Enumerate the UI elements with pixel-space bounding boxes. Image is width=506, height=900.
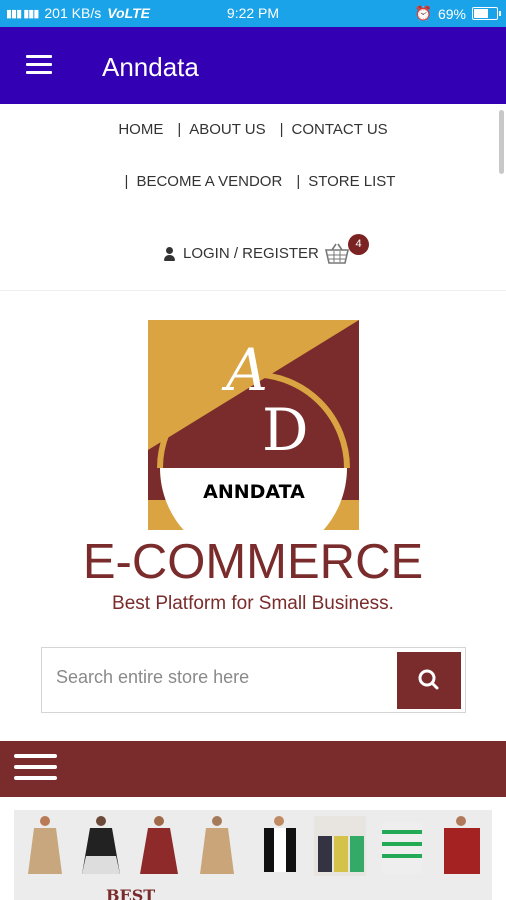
nav-become-vendor[interactable]: BECOME A VENDOR [136, 173, 282, 190]
brand-headline: E-COMMERCE [82, 535, 424, 589]
product-image-shirt [444, 816, 480, 874]
user-icon [163, 246, 175, 261]
login-label: LOGIN / REGISTER [183, 245, 319, 262]
header-divider [0, 290, 506, 291]
app-title: Anndata [102, 52, 199, 82]
app-bar: Anndata [0, 27, 506, 104]
nav-separator: | [177, 121, 182, 138]
product-image-shirt [382, 822, 422, 874]
scrollbar[interactable] [499, 110, 504, 174]
status-bar: ▮▮▮ ▮▮▮ 201 KB/s VoLTE 9:22 PM ⏰ 69% [0, 0, 506, 27]
top-nav-row-1: HOME | ABOUT US | CONTACT US [0, 121, 506, 138]
top-nav-row-2: | BECOME A VENDOR | STORE LIST [0, 173, 506, 190]
logo-wordmark: ANNDATA [203, 481, 305, 503]
hamburger-menu-icon[interactable] [14, 754, 57, 784]
search-input[interactable] [56, 667, 386, 688]
cart-count-badge: 4 [348, 234, 369, 255]
hamburger-menu-icon[interactable] [26, 55, 52, 75]
nav-separator: | [124, 173, 129, 190]
search-box [41, 647, 466, 713]
basket-icon[interactable] [325, 243, 349, 265]
status-right: ⏰ 69% [414, 5, 501, 22]
product-image-dress [28, 816, 62, 874]
nav-contact-us[interactable]: CONTACT US [292, 121, 388, 138]
product-image-shirt [264, 816, 296, 872]
product-image-shirt [314, 816, 366, 876]
product-image-dress [82, 816, 120, 874]
nav-home[interactable]: HOME [118, 121, 163, 138]
product-image-dress [200, 816, 234, 874]
nav-about-us[interactable]: ABOUT US [189, 121, 265, 138]
battery-fill [474, 9, 488, 18]
nav-store-list[interactable]: STORE LIST [308, 173, 395, 190]
nav-separator: | [296, 173, 301, 190]
anndata-logo[interactable]: A D ANNDATA [148, 320, 359, 530]
search-icon [418, 669, 439, 690]
product-image-dress [140, 816, 178, 874]
battery-icon [472, 7, 501, 20]
logo-letter-a: A [221, 336, 268, 404]
logo-letter-d: D [262, 396, 309, 464]
alarm-icon: ⏰ [414, 5, 432, 21]
brand-tagline: Best Platform for Small Business. [112, 593, 394, 614]
login-register-link[interactable]: LOGIN / REGISTER [163, 245, 319, 262]
banner-text: BEST [106, 886, 156, 900]
battery-percent: 69% [437, 5, 466, 22]
search-button[interactable] [397, 652, 461, 709]
nav-separator: | [279, 121, 284, 138]
promo-banner[interactable]: BEST [14, 810, 492, 900]
category-menu-bar [0, 741, 506, 797]
